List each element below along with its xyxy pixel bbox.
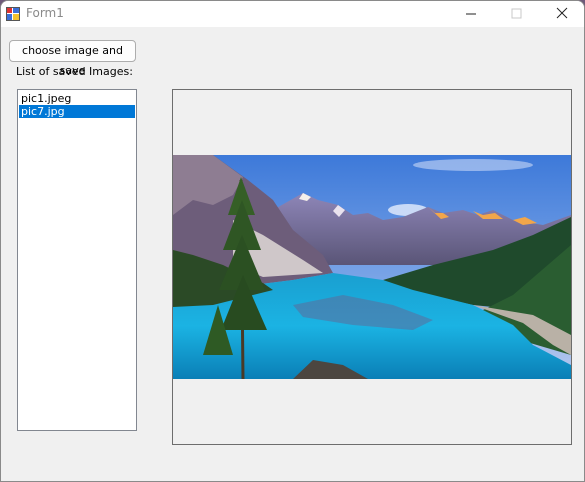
window-title: Form1 xyxy=(26,6,64,20)
saved-images-listbox[interactable]: pic1.jpeg pic7.jpg xyxy=(17,89,137,431)
maximize-button[interactable] xyxy=(494,1,540,27)
main-window: Form1 choose image and save List of save… xyxy=(0,0,585,482)
picture-box xyxy=(172,89,572,445)
choose-image-button[interactable]: choose image and save xyxy=(9,40,136,77)
minimize-button[interactable] xyxy=(448,1,494,27)
title-bar[interactable]: Form1 xyxy=(1,1,584,27)
app-icon xyxy=(6,7,20,21)
minimize-icon xyxy=(466,13,476,15)
list-item[interactable]: pic1.jpeg xyxy=(19,92,135,105)
close-icon xyxy=(556,7,568,19)
saved-images-label: List of saved Images: xyxy=(16,65,133,78)
close-button[interactable] xyxy=(538,1,584,27)
list-item-selected[interactable]: pic7.jpg xyxy=(19,105,135,118)
landscape-image xyxy=(173,155,571,379)
maximize-icon xyxy=(511,8,522,19)
